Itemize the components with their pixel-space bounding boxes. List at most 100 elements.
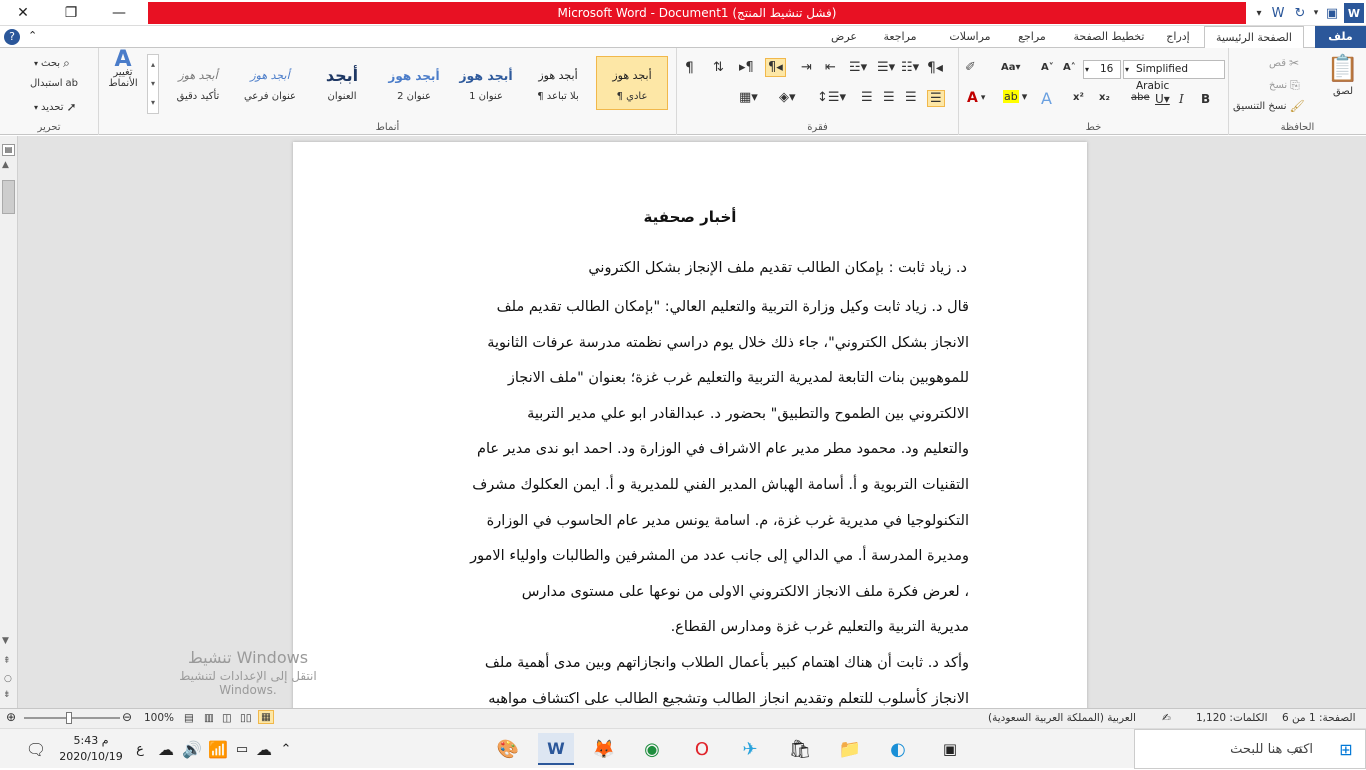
view-outline-icon[interactable]: ▥ <box>204 712 214 724</box>
ltr-paragraph-icon[interactable]: ▸¶ <box>739 60 754 75</box>
tab-insert[interactable]: إدراج <box>1160 26 1196 48</box>
edge-icon[interactable]: ◐ <box>882 733 914 765</box>
paint-icon[interactable]: 🎨 <box>492 733 524 765</box>
shrink-font-icon[interactable]: A˅ <box>1041 62 1054 73</box>
rtl-paragraph-icon[interactable]: ¶◂ <box>765 58 786 77</box>
change-case-icon[interactable]: Aa▾ <box>1001 62 1021 73</box>
italic-icon[interactable]: I <box>1179 92 1184 106</box>
style-subtitle[interactable]: أبجد هوز عنوان فرعي <box>234 56 306 110</box>
clock[interactable]: 5:43 م 2020/10/19 <box>56 733 126 765</box>
view-print-layout-icon[interactable]: ▦ <box>258 710 274 724</box>
align-right-icon[interactable]: ☰ <box>927 90 945 107</box>
previous-page-icon[interactable]: ⇞ <box>3 656 11 666</box>
text-effects-icon[interactable]: A <box>1041 89 1052 108</box>
close-button[interactable]: ✕ <box>0 0 46 26</box>
scroll-up-icon[interactable]: ▲ <box>2 160 9 170</box>
word-icon[interactable]: W <box>1268 3 1288 23</box>
paste-button[interactable]: 📋 لصق <box>1323 54 1363 97</box>
replace-button[interactable]: استبدال ab <box>30 78 78 89</box>
find-button[interactable]: ▾ بحث ⌕ <box>34 56 70 71</box>
superscript-icon[interactable]: x² <box>1073 92 1084 103</box>
align-left-icon[interactable]: ☰ <box>883 90 895 105</box>
firefox-icon[interactable]: 🦊 <box>588 733 620 765</box>
action-center-icon[interactable]: 🗨 <box>20 733 52 765</box>
chrome-icon[interactable]: ◉ <box>636 733 668 765</box>
save-icon[interactable]: ▣ <box>1322 3 1342 23</box>
style-title[interactable]: أبجد العنوان <box>306 56 378 110</box>
style-subtle-emphasis[interactable]: أبجد هوز تأكيد دقيق <box>162 56 234 110</box>
multilevel-list-icon[interactable]: ☲▾ <box>849 60 867 75</box>
strikethrough-icon[interactable]: abe <box>1131 92 1150 103</box>
tab-page-layout[interactable]: تخطيط الصفحة <box>1064 26 1154 48</box>
select-button[interactable]: ▾ تحديد ➚ <box>34 100 77 114</box>
subscript-icon[interactable]: x₂ <box>1099 92 1110 103</box>
zoom-slider[interactable] <box>24 717 120 719</box>
grow-font-icon[interactable]: A˄ <box>1063 62 1076 73</box>
bullets-icon[interactable]: ☰▾ <box>877 60 895 75</box>
clear-formatting-icon[interactable]: ✐ <box>965 60 976 75</box>
highlight-color-icon[interactable]: ab ▾ <box>1003 90 1027 103</box>
shading-icon[interactable]: ◈▾ <box>779 90 796 105</box>
copy-button[interactable]: نسخ ⎘ <box>1269 78 1300 93</box>
scroll-thumb[interactable] <box>2 180 15 214</box>
browse-object-icon[interactable]: ○ <box>4 674 12 684</box>
align-center-icon[interactable]: ☰ <box>905 90 917 105</box>
word-count[interactable]: الكلمات: 1,120 <box>1196 712 1267 724</box>
styles-scroll-icon[interactable]: ▴ ▾ ▾ <box>147 54 159 114</box>
app-logo-icon[interactable]: W <box>1344 3 1364 23</box>
task-view-icon[interactable]: ▣ <box>934 733 966 765</box>
view-web-icon[interactable]: ◫ <box>222 712 232 724</box>
tab-file[interactable]: ملف <box>1315 26 1366 48</box>
style-heading-2[interactable]: أبجد هوز عنوان 2 <box>378 56 450 110</box>
numbering-icon[interactable]: ☷▾ <box>901 60 919 75</box>
cut-button[interactable]: قص ✂ <box>1269 56 1299 70</box>
word-taskbar-icon[interactable]: W <box>538 733 574 765</box>
borders-icon[interactable]: ▦▾ <box>739 90 758 105</box>
view-draft-icon[interactable]: ▤ <box>184 712 194 724</box>
next-page-icon[interactable]: ⇟ <box>3 690 11 700</box>
opera-icon[interactable]: O <box>686 733 718 765</box>
tab-review[interactable]: مراجعة <box>872 26 928 48</box>
tab-mailings[interactable]: مراسلات <box>940 26 1000 48</box>
format-painter-button[interactable]: نسخ التنسيق 🖌 <box>1233 99 1305 113</box>
decrease-indent-icon[interactable]: ⇤ <box>825 60 836 75</box>
font-name-select[interactable]: Simplified Arabic <box>1123 60 1225 92</box>
show-hidden-icons-icon[interactable]: ⌃ <box>270 733 302 765</box>
vertical-scrollbar[interactable]: ▤ ▲ ▼ ⇞ ○ ⇟ <box>0 136 18 708</box>
ruler-toggle-icon[interactable]: ▤ <box>2 144 15 156</box>
zoom-slider-thumb[interactable] <box>66 712 72 724</box>
style-no-spacing[interactable]: أبجد هوز ¶ بلا تباعد <box>522 56 594 110</box>
change-styles-button[interactable]: A تغيير الأنماط <box>103 49 143 90</box>
zoom-level[interactable]: 100% <box>144 712 174 724</box>
proofing-icon[interactable]: ✍ <box>1162 712 1171 724</box>
style-heading-1[interactable]: أبجد هوز عنوان 1 <box>450 56 522 110</box>
collapse-ribbon-icon[interactable]: ⌃ <box>28 29 37 42</box>
telegram-icon[interactable]: ✈ <box>734 733 766 765</box>
tab-home[interactable]: الصفحة الرئيسية <box>1204 26 1304 49</box>
page-count[interactable]: الصفحة: 1 من 6 <box>1282 712 1356 724</box>
qat-customize-icon[interactable]: ▾ <box>1249 3 1269 23</box>
help-icon[interactable]: ? <box>4 29 20 45</box>
language-status[interactable]: العربية (المملكة العربية السعودية) <box>988 712 1136 724</box>
show-formatting-icon[interactable]: ¶ <box>685 60 694 76</box>
store-icon[interactable]: 🛍 <box>784 733 816 765</box>
tab-view[interactable]: عرض <box>824 26 864 48</box>
restore-button[interactable]: ❐ <box>48 0 94 26</box>
document-page[interactable]: أخبار صحفية د. زياد ثابت : بإمكان الطالب… <box>293 142 1087 708</box>
tab-references[interactable]: مراجع <box>1010 26 1054 48</box>
underline-icon[interactable]: U▾ <box>1155 92 1170 106</box>
minimize-button[interactable]: — <box>96 0 142 26</box>
file-explorer-icon[interactable]: 📁 <box>834 733 866 765</box>
style-normal[interactable]: أبجد هوز ¶ عادي <box>596 56 668 110</box>
zoom-out-icon[interactable]: ⊖ <box>122 710 132 724</box>
justify-icon[interactable]: ☰ <box>861 90 873 105</box>
scroll-down-icon[interactable]: ▼ <box>2 636 9 646</box>
start-icon[interactable]: ⊞ <box>1330 733 1362 765</box>
bold-icon[interactable]: B <box>1201 92 1210 106</box>
line-spacing-icon[interactable]: ↕☰▾ <box>817 90 846 105</box>
zoom-in-icon[interactable]: ⊕ <box>6 710 16 724</box>
view-reading-icon[interactable]: ▯▯ <box>240 712 252 724</box>
sort-icon[interactable]: ⇅ <box>713 60 724 75</box>
increase-indent-icon[interactable]: ⇥ <box>801 60 812 75</box>
font-color-icon[interactable]: A ▾ <box>967 90 985 106</box>
